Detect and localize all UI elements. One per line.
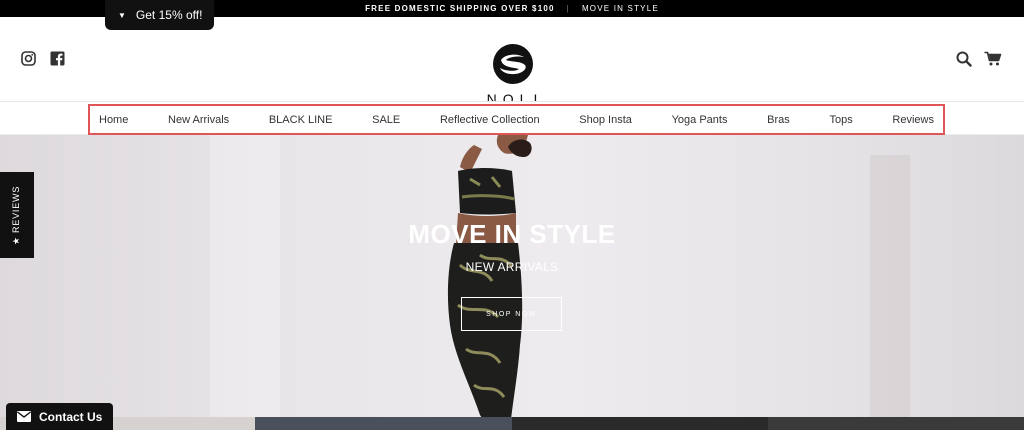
hero-subtitle: NEW ARRIVALS: [465, 260, 559, 274]
reviews-tab-label: ★ REVIEWS: [11, 185, 22, 245]
hero-background-shade: [210, 135, 280, 430]
search-icon[interactable]: [956, 51, 972, 72]
reviews-side-tab[interactable]: ★ REVIEWS: [0, 172, 34, 258]
cart-icon[interactable]: [984, 51, 1002, 72]
nav-highlight-box: Home New Arrivals BLACK LINE SALE Reflec…: [88, 104, 945, 135]
facebook-icon[interactable]: [50, 51, 65, 66]
nav-item-home[interactable]: Home: [99, 114, 128, 126]
announcement-tagline: MOVE IN STYLE: [581, 4, 659, 13]
site-logo[interactable]: NOLI: [478, 43, 548, 107]
nav-item-shop-insta[interactable]: Shop Insta: [579, 114, 632, 126]
logo-mark-icon: [492, 43, 534, 85]
nav-item-sale[interactable]: SALE: [372, 114, 400, 126]
hero-model-image: [440, 135, 570, 430]
main-nav: Home New Arrivals BLACK LINE SALE Reflec…: [0, 101, 1024, 135]
shop-now-button[interactable]: SHOP NOW: [461, 297, 562, 331]
discount-tab[interactable]: ▼ Get 15% off!: [105, 0, 214, 30]
nav-item-new-arrivals[interactable]: New Arrivals: [168, 114, 229, 126]
nav-item-yoga-pants[interactable]: Yoga Pants: [672, 114, 728, 126]
hero-background-shade: [870, 155, 910, 430]
page: FREE DOMESTIC SHIPPING OVER $100 | MOVE …: [0, 0, 1024, 430]
collection-thumbnail[interactable]: [768, 417, 1024, 430]
collection-thumbnails: [0, 417, 1024, 430]
announcement-shipping: FREE DOMESTIC SHIPPING OVER $100: [365, 4, 555, 13]
discount-label: Get 15% off!: [135, 8, 203, 22]
collection-thumbnail[interactable]: [512, 417, 768, 430]
caret-down-icon: ▼: [118, 10, 126, 20]
collection-thumbnail[interactable]: [255, 417, 512, 430]
hero-banner: MOVE IN STYLE NEW ARRIVALS SHOP NOW: [0, 135, 1024, 430]
hero-title: MOVE IN STYLE: [408, 219, 616, 249]
contact-us-button[interactable]: Contact Us: [6, 403, 113, 430]
nav-item-black-line[interactable]: BLACK LINE: [269, 114, 333, 126]
instagram-icon[interactable]: [21, 51, 36, 66]
social-links: [21, 51, 65, 66]
announcement-separator: |: [566, 4, 570, 13]
nav-item-bras[interactable]: Bras: [767, 114, 790, 126]
contact-us-label: Contact Us: [39, 409, 103, 424]
nav-item-reviews[interactable]: Reviews: [892, 114, 934, 126]
header-actions: [956, 51, 1002, 72]
nav-item-reflective-collection[interactable]: Reflective Collection: [440, 114, 540, 126]
nav-item-tops[interactable]: Tops: [829, 114, 852, 126]
envelope-icon: [17, 411, 31, 422]
